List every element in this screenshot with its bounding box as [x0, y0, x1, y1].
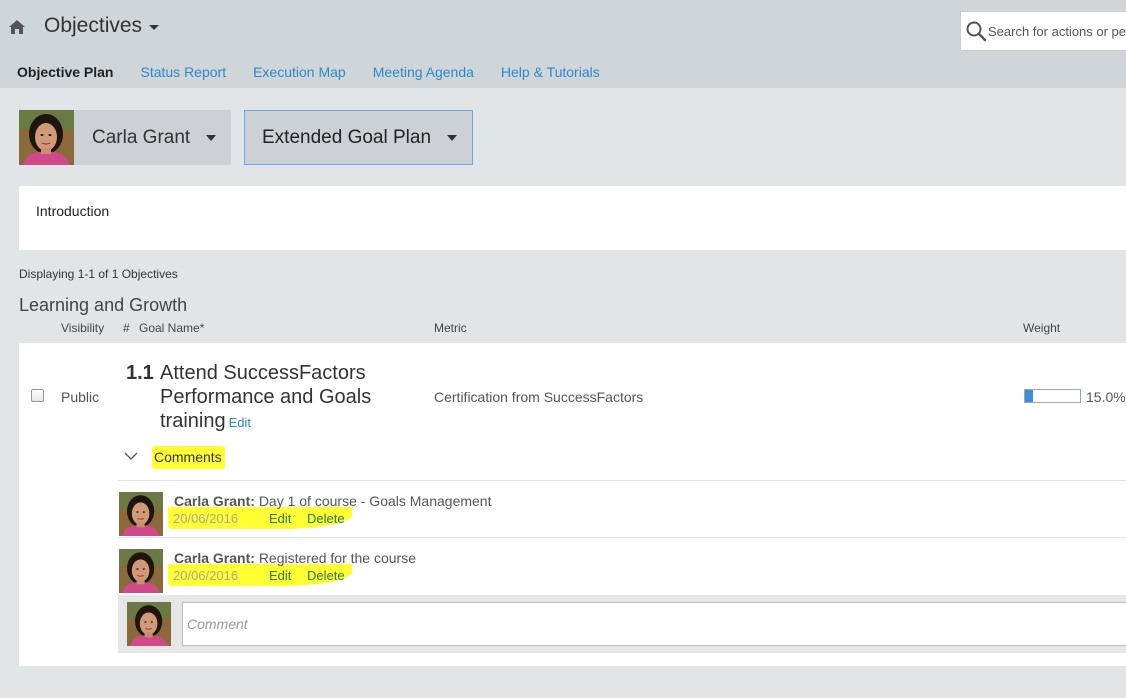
- introduction-label: Introduction: [36, 203, 110, 219]
- weight-progress-fill: [1025, 390, 1034, 402]
- avatar: [119, 549, 163, 593]
- introduction-panel[interactable]: Introduction: [19, 186, 1126, 250]
- column-header-number[interactable]: #: [123, 321, 130, 335]
- avatar: [19, 110, 74, 165]
- comment-text: Registered for the course: [258, 550, 417, 566]
- comment-text: Day 1 of course - Goals Management: [258, 493, 492, 509]
- column-header-goal-name[interactable]: Goal Name*: [139, 321, 204, 335]
- search-input[interactable]: [988, 23, 1126, 39]
- plan-name: Extended Goal Plan: [262, 126, 432, 148]
- tab-help-tutorials[interactable]: Help & Tutorials: [501, 64, 600, 80]
- objective-name: Attend SuccessFactors Performance and Go…: [160, 362, 372, 432]
- comment-edit-link[interactable]: Edit: [269, 511, 291, 526]
- home-icon[interactable]: [8, 18, 26, 36]
- comment-author: Carla Grant:: [174, 493, 255, 509]
- new-comment-row: [118, 595, 1126, 653]
- displaying-count: Displaying 1-1 of 1 Objectives: [19, 267, 178, 281]
- comment-text-line: Carla Grant: Day 1 of course - Goals Man…: [174, 493, 491, 509]
- comment-text-line: Carla Grant: Registered for the course: [174, 550, 416, 566]
- section-title: Learning and Growth: [19, 295, 188, 315]
- person-selector[interactable]: Carla Grant: [19, 110, 231, 165]
- column-header-weight[interactable]: Weight: [1023, 321, 1060, 335]
- comments-toggle[interactable]: Comments: [152, 446, 225, 469]
- app-title: Objectives: [44, 14, 143, 37]
- top-bar: Objectives: [0, 0, 1126, 56]
- objective-name-block: Attend SuccessFactors Performance and Go…: [160, 361, 400, 435]
- divider: [118, 537, 1126, 538]
- caret-down-icon: [447, 134, 458, 141]
- comment-date: 20/06/2016: [173, 511, 239, 526]
- caret-down-icon: [206, 134, 217, 141]
- app-title-menu[interactable]: Objectives: [44, 14, 160, 38]
- divider: [118, 480, 1126, 481]
- column-header-metric[interactable]: Metric: [434, 321, 467, 335]
- comment-input[interactable]: [182, 602, 1126, 646]
- comment-item: Carla Grant: Day 1 of course - Goals Man…: [119, 492, 1126, 548]
- comment-date: 20/06/2016: [173, 568, 239, 583]
- tab-execution-map[interactable]: Execution Map: [253, 64, 346, 80]
- edit-goal-link[interactable]: Edit: [229, 415, 251, 430]
- plan-selector[interactable]: Extended Goal Plan: [244, 110, 473, 165]
- tab-status-report[interactable]: Status Report: [140, 64, 226, 80]
- comment-delete-link[interactable]: Delete: [307, 568, 345, 583]
- search-box[interactable]: [960, 11, 1126, 51]
- weight-progress-bar: [1024, 389, 1081, 403]
- avatar: [127, 602, 171, 646]
- chevron-down-icon[interactable]: [124, 450, 138, 462]
- search-icon: [966, 21, 987, 42]
- weight-value: 15.0%: [1086, 389, 1126, 405]
- column-header-visibility[interactable]: Visibility: [61, 321, 104, 335]
- person-name: Carla Grant: [92, 126, 191, 148]
- comment-author: Carla Grant:: [174, 550, 255, 566]
- avatar: [119, 492, 163, 536]
- tab-objective-plan[interactable]: Objective Plan: [17, 64, 113, 80]
- objective-metric: Certification from SuccessFactors: [434, 389, 644, 405]
- objective-number: 1.1: [126, 362, 154, 384]
- tab-meeting-agenda[interactable]: Meeting Agenda: [373, 64, 474, 80]
- objective-visibility: Public: [61, 389, 100, 405]
- comment-edit-link[interactable]: Edit: [269, 568, 291, 583]
- comment-delete-link[interactable]: Delete: [307, 511, 345, 526]
- nav-tabs: Objective Plan Status Report Execution M…: [0, 56, 1126, 88]
- caret-down-icon: [149, 25, 160, 30]
- objective-checkbox[interactable]: [31, 389, 44, 402]
